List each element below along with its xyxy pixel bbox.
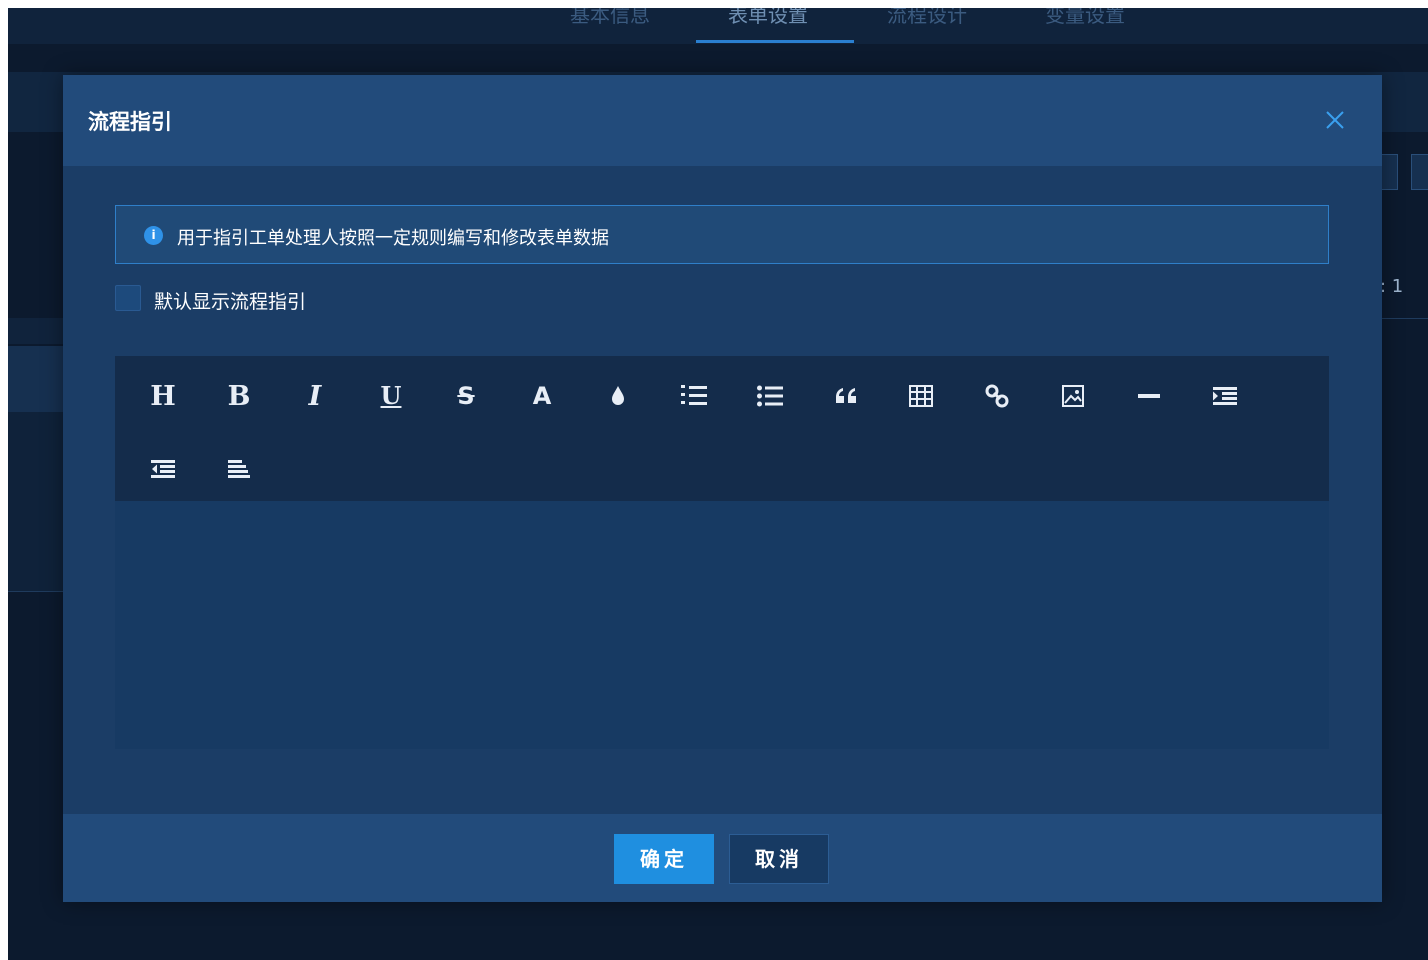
table-icon[interactable] bbox=[901, 376, 941, 416]
app-screen: 基本信息 表单设置 流程设计 变量设置 : 1 流程指引 i 用于指引工单处理人… bbox=[8, 8, 1428, 960]
underline-icon[interactable]: U bbox=[371, 376, 411, 416]
confirm-button[interactable]: 确定 bbox=[614, 834, 714, 884]
cancel-button[interactable]: 取消 bbox=[729, 834, 829, 884]
dialog-title: 流程指引 bbox=[88, 110, 172, 134]
editor-content-area[interactable] bbox=[115, 501, 1329, 749]
ordered-list-icon[interactable] bbox=[674, 376, 714, 416]
tab-process-design[interactable]: 流程设计 bbox=[887, 8, 967, 40]
info-alert: i 用于指引工单处理人按照一定规则编写和修改表单数据 bbox=[115, 205, 1329, 264]
tab-basic-info[interactable]: 基本信息 bbox=[570, 8, 650, 40]
align-left-icon[interactable] bbox=[219, 449, 259, 489]
dialog-footer: 确定 取消 bbox=[63, 814, 1382, 902]
image-icon[interactable] bbox=[1053, 376, 1093, 416]
background-panel bbox=[8, 346, 64, 412]
italic-icon[interactable]: I bbox=[295, 376, 335, 416]
tab-variable-settings[interactable]: 变量设置 bbox=[1045, 8, 1125, 40]
default-show-guide-checkbox[interactable] bbox=[115, 285, 141, 311]
strikethrough-icon[interactable]: S bbox=[446, 376, 486, 416]
quote-icon[interactable] bbox=[826, 376, 866, 416]
drop-icon[interactable] bbox=[598, 376, 638, 416]
heading-icon[interactable]: H bbox=[143, 376, 183, 416]
background-text: : 1 bbox=[1380, 276, 1404, 297]
bold-icon[interactable]: B bbox=[219, 376, 259, 416]
editor-toolbar: H B I U S A bbox=[115, 356, 1329, 501]
outdent-icon[interactable] bbox=[143, 449, 183, 489]
rich-text-editor: H B I U S A bbox=[115, 356, 1329, 749]
active-tab-indicator bbox=[696, 40, 854, 43]
info-icon: i bbox=[144, 226, 163, 245]
divider-icon[interactable] bbox=[1129, 376, 1169, 416]
dialog-header: 流程指引 bbox=[63, 75, 1382, 166]
close-icon[interactable] bbox=[1322, 105, 1348, 137]
background-tabbar: 基本信息 表单设置 流程设计 变量设置 bbox=[8, 8, 1428, 44]
tab-form-settings[interactable]: 表单设置 bbox=[728, 8, 808, 40]
indent-icon[interactable] bbox=[1205, 376, 1245, 416]
link-icon[interactable] bbox=[977, 376, 1017, 416]
checkbox-label: 默认显示流程指引 bbox=[154, 291, 307, 313]
background-panel bbox=[8, 412, 64, 592]
process-guide-dialog: 流程指引 i 用于指引工单处理人按照一定规则编写和修改表单数据 默认显示流程指引… bbox=[63, 75, 1382, 902]
background-panel bbox=[8, 318, 68, 344]
info-text: 用于指引工单处理人按照一定规则编写和修改表单数据 bbox=[177, 228, 609, 249]
background-button[interactable] bbox=[1411, 154, 1428, 190]
font-color-icon[interactable]: A bbox=[522, 376, 562, 416]
unordered-list-icon[interactable] bbox=[750, 376, 790, 416]
background-divider bbox=[1382, 318, 1428, 319]
